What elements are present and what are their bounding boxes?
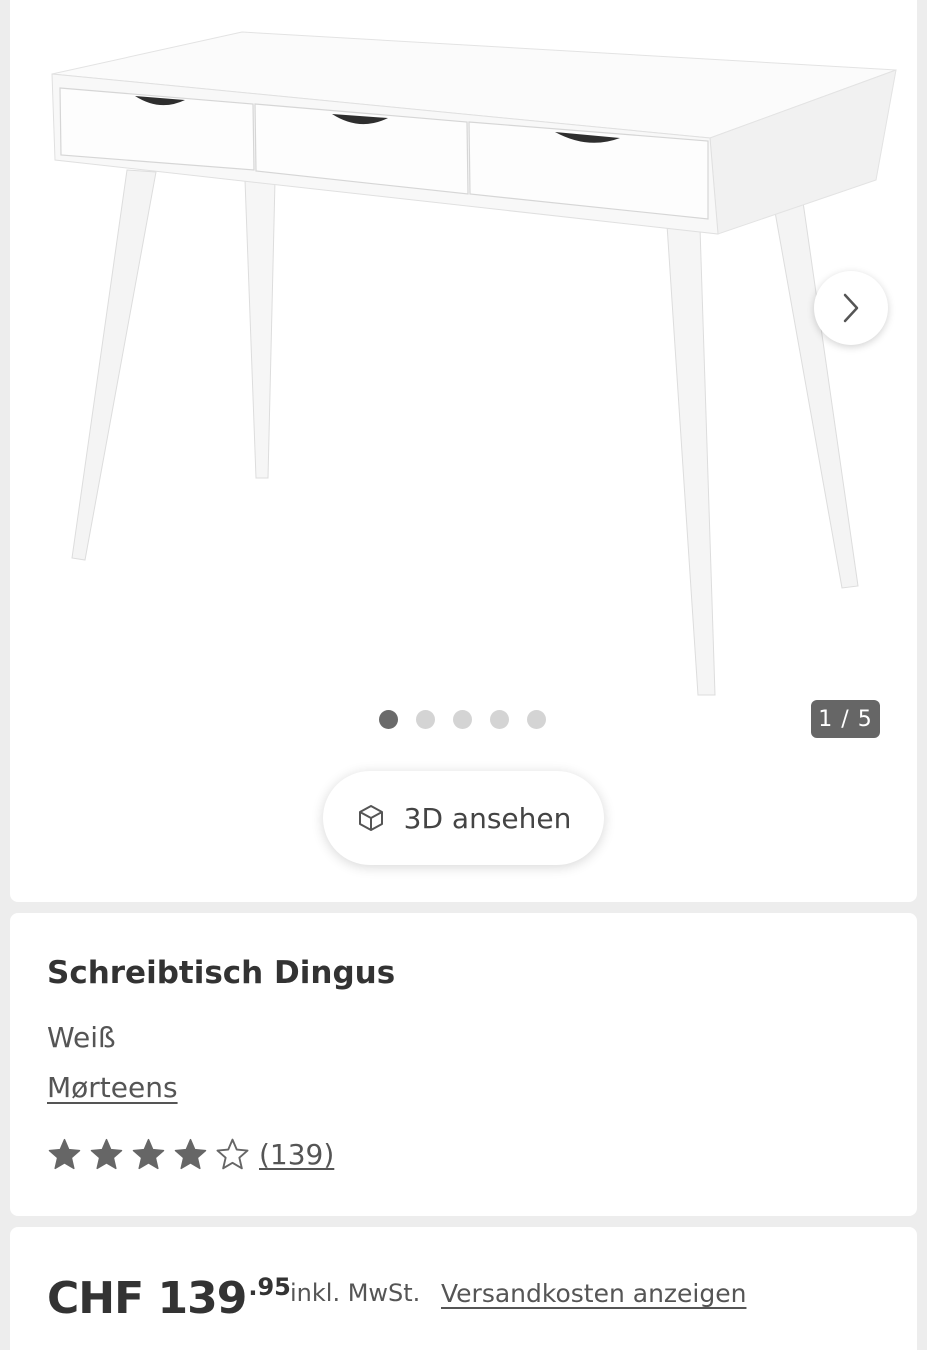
product-info: Schreibtisch Dingus Weiß Mørteens (139) [10, 913, 917, 1216]
price-cents: .95 [248, 1273, 291, 1301]
next-image-button[interactable] [814, 271, 888, 345]
carousel-dot[interactable] [527, 710, 546, 729]
star-filled-icon [90, 1138, 123, 1170]
price-section: CHF 139 .95 inkl. MwSt. Versandkosten an… [10, 1227, 917, 1350]
price: CHF 139 .95 [47, 1273, 291, 1324]
price-amount: CHF 139 [47, 1273, 247, 1324]
star-empty-icon [216, 1138, 249, 1170]
shipping-costs-link[interactable]: Versandkosten anzeigen [441, 1279, 746, 1308]
brand-link[interactable]: Mørteens [47, 1071, 178, 1104]
cube-icon [358, 805, 383, 831]
product-gallery: 1 / 5 3D ansehen [10, 0, 917, 902]
vat-label: inkl. MwSt. [290, 1279, 421, 1307]
star-rating [47, 1137, 250, 1172]
product-image[interactable] [10, 0, 917, 702]
carousel-dots [379, 710, 546, 729]
carousel-dot[interactable] [453, 710, 472, 729]
carousel-dot[interactable] [490, 710, 509, 729]
review-count-link[interactable]: (139) [259, 1138, 334, 1171]
view-3d-button[interactable]: 3D ansehen [323, 771, 604, 865]
rating[interactable]: (139) [47, 1137, 334, 1172]
carousel-dot[interactable] [416, 710, 435, 729]
star-filled-icon [48, 1138, 81, 1170]
product-title: Schreibtisch Dingus [47, 955, 396, 991]
slide-counter: 1 / 5 [811, 700, 880, 738]
chevron-right-icon [843, 293, 859, 323]
star-filled-icon [132, 1138, 165, 1170]
product-color: Weiß [47, 1021, 116, 1054]
carousel-dot[interactable] [379, 710, 398, 729]
star-filled-icon [174, 1138, 207, 1170]
view-3d-label: 3D ansehen [403, 801, 572, 835]
